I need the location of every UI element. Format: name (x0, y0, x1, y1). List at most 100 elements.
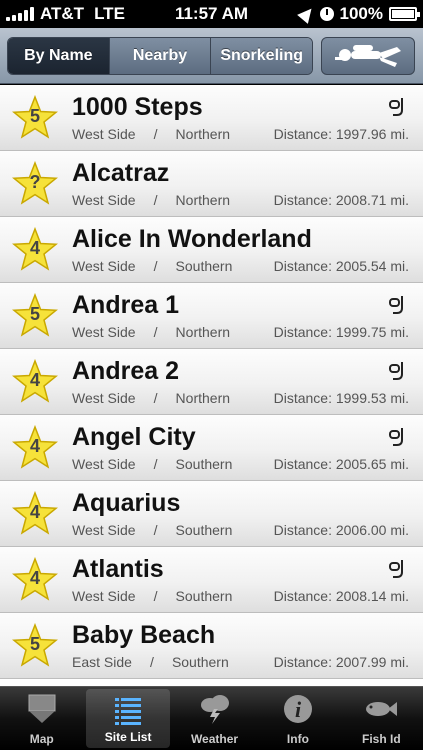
list-icon (115, 698, 142, 725)
location-separator: / (153, 126, 158, 142)
site-location: West Side / Northern (72, 192, 230, 208)
snorkel-icon (389, 362, 403, 380)
site-region: Southern (171, 654, 229, 670)
site-region: Southern (175, 456, 233, 472)
site-distance: Distance: 2007.99 mi. (273, 654, 409, 670)
site-row[interactable]: 4 Angel City West Side / Southern Distance: 2… (0, 415, 423, 481)
site-side: East Side (72, 654, 132, 670)
site-region: Southern (175, 588, 233, 604)
site-row[interactable]: 5 1000 Steps West Side / Northern Distance: 1… (0, 85, 423, 151)
site-location: West Side / Southern (72, 456, 232, 472)
site-region: Southern (175, 522, 233, 538)
location-separator: / (153, 258, 158, 274)
status-bar: AT&T LTE 11:57 AM 100% (0, 0, 423, 28)
location-separator: / (153, 456, 158, 472)
top-toolbar: By Name Nearby Snorkeling (0, 28, 423, 84)
diver-icon (335, 45, 401, 67)
site-name: Aquarius (72, 489, 181, 517)
segment-nearby[interactable]: Nearby (108, 38, 211, 74)
site-row[interactable]: 4 Andrea 2 West Side / Northern Distance: 199… (0, 349, 423, 415)
site-name: Andrea 2 (72, 357, 179, 385)
site-location: West Side / Southern (72, 588, 232, 604)
map-pin-icon (28, 694, 56, 723)
site-side: West Side (72, 126, 136, 142)
site-distance: Distance: 2006.00 mi. (273, 522, 409, 538)
fish-icon (366, 702, 398, 716)
site-region: Northern (175, 192, 231, 208)
location-arrow-icon (296, 4, 317, 24)
info-icon: i (283, 695, 312, 723)
segment-by-name[interactable]: By Name (8, 38, 109, 74)
site-location: West Side / Northern (72, 324, 230, 340)
location-separator: / (153, 192, 158, 208)
rating-value: 5 (29, 106, 40, 126)
rating-value: 4 (29, 370, 40, 390)
site-region: Northern (175, 324, 231, 340)
site-side: West Side (72, 588, 136, 604)
rating-value: 4 (29, 436, 40, 456)
rating-value: 5 (29, 304, 40, 324)
tab-info-label: Info (286, 732, 309, 746)
site-row[interactable]: 4 Atlantis West Side / Southern Distance: 200… (0, 547, 423, 613)
rating-value: 4 (29, 502, 40, 522)
segment-snorkeling[interactable]: Snorkeling (210, 38, 312, 74)
site-distance: Distance: 2005.65 mi. (273, 456, 409, 472)
location-separator: / (153, 522, 158, 538)
diver-button[interactable] (321, 37, 415, 75)
tab-bar: Map Site List Weather i Info Fish Id (0, 686, 423, 750)
site-distance: Distance: 1997.96 mi. (273, 126, 409, 142)
location-separator: / (149, 654, 154, 670)
snorkel-icon (389, 428, 403, 446)
svg-text:i: i (295, 697, 302, 722)
tab-info[interactable]: i Info (256, 687, 339, 750)
site-distance: Distance: 1999.75 mi. (273, 324, 409, 340)
tab-site-list[interactable]: Site List (86, 689, 170, 748)
site-side: West Side (72, 324, 136, 340)
site-distance: Distance: 2008.14 mi. (273, 588, 409, 604)
tab-fish-id[interactable]: Fish Id (340, 687, 423, 750)
site-row[interactable]: 5 Baby Beach East Side / Southern Distance: 2… (0, 613, 423, 679)
site-name: Alcatraz (72, 159, 170, 187)
tab-map[interactable]: Map (0, 687, 83, 750)
site-name: Alice In Wonderland (72, 225, 312, 253)
site-location: East Side / Southern (72, 654, 229, 670)
site-side: West Side (72, 258, 136, 274)
storm-cloud-icon (200, 695, 229, 724)
site-side: West Side (72, 192, 136, 208)
location-separator: / (153, 390, 158, 406)
site-location: West Side / Southern (72, 522, 232, 538)
site-name: Andrea 1 (72, 291, 179, 319)
site-name: Angel City (72, 423, 196, 451)
site-list[interactable]: 5 1000 Steps West Side / Northern Distance: 1… (0, 85, 423, 686)
site-region: Northern (175, 390, 231, 406)
site-row[interactable]: 5 Andrea 1 West Side / Northern Distance: 199… (0, 283, 423, 349)
tab-fish-id-label: Fish Id (361, 732, 401, 746)
site-row[interactable]: 4 Alice In Wonderland West Side / Southern Di… (0, 217, 423, 283)
alarm-clock-icon (319, 7, 334, 21)
site-side: West Side (72, 522, 136, 538)
status-right: 100% (296, 4, 420, 24)
tab-site-list-label: Site List (104, 730, 152, 744)
site-region: Southern (175, 258, 233, 274)
rating-value: 4 (29, 238, 40, 258)
battery-percent: 100% (339, 4, 383, 23)
site-location: West Side / Northern (72, 390, 230, 406)
site-side: West Side (72, 390, 136, 406)
site-distance: Distance: 2005.54 mi. (273, 258, 409, 274)
site-distance: Distance: 2008.71 mi. (273, 192, 409, 208)
site-region: Northern (175, 126, 231, 142)
location-separator: / (153, 324, 158, 340)
snorkel-icon (389, 98, 403, 116)
location-separator: / (153, 588, 158, 604)
site-row[interactable]: ? Alcatraz West Side / Northern Distance: 200… (0, 151, 423, 217)
rating-value: 5 (29, 634, 40, 654)
site-row[interactable]: 4 Aquarius West Side / Southern Distance: 200… (0, 481, 423, 547)
rating-value: 4 (29, 568, 40, 588)
site-name: 1000 Steps (72, 93, 203, 121)
battery-icon (389, 7, 420, 21)
site-location: West Side / Northern (72, 126, 230, 142)
snorkel-icon (389, 296, 403, 314)
tab-weather[interactable]: Weather (173, 687, 256, 750)
tab-map-label: Map (29, 732, 54, 746)
site-side: West Side (72, 456, 136, 472)
